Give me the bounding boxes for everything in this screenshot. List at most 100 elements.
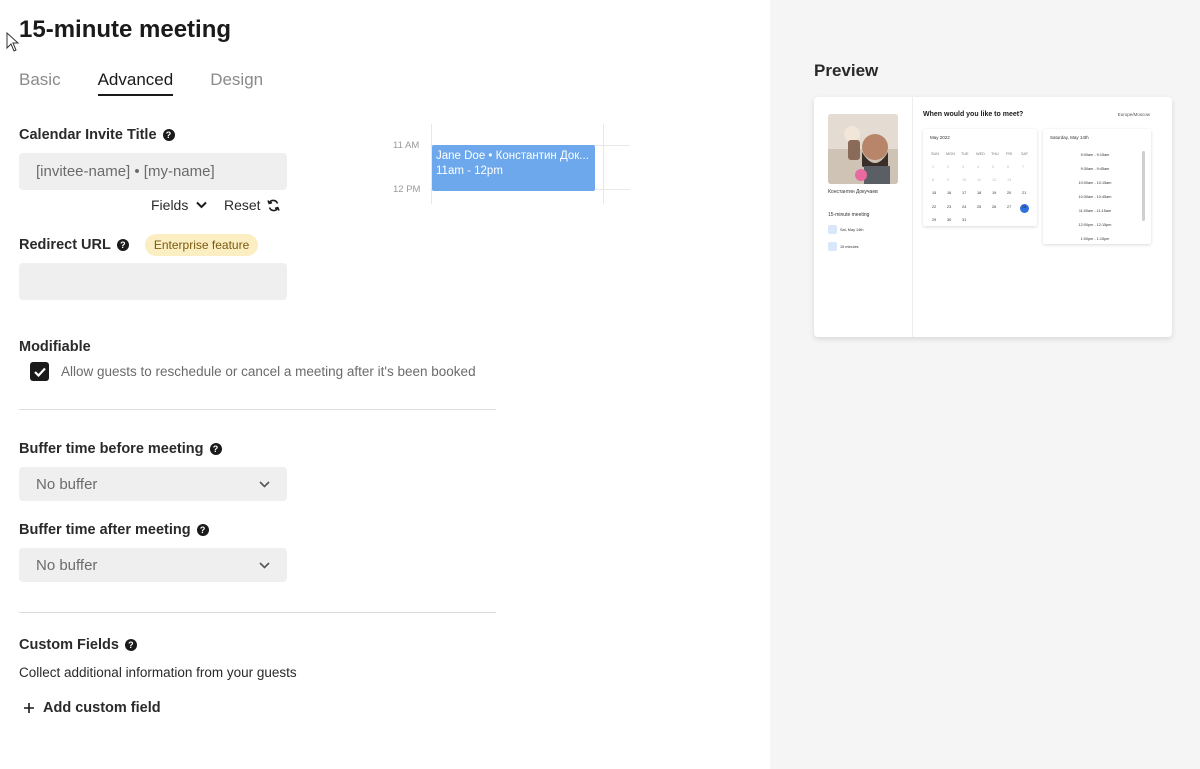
weekday-label: SAT: [1021, 152, 1029, 156]
calendar-day: 6: [1007, 165, 1010, 169]
time-slot[interactable]: 12:00pm - 12:15pm: [1057, 223, 1133, 227]
add-custom-field-label: Add custom field: [43, 700, 161, 716]
preview-sidebar: Константин Докучаев 15-minute meeting Sa…: [814, 97, 913, 337]
mouse-cursor-icon: [6, 32, 20, 52]
custom-fields-label-text: Custom Fields: [19, 637, 119, 653]
chevron-down-icon: [196, 201, 208, 209]
calendar-day: 5: [992, 165, 995, 169]
preview-meeting-name: 15-minute meeting: [828, 212, 870, 218]
help-icon[interactable]: ?: [124, 639, 137, 651]
custom-fields-label: Custom Fields ?: [19, 637, 137, 653]
buffer-after-value: No buffer: [36, 556, 98, 574]
calendar-day[interactable]: 25: [977, 205, 981, 209]
calendar-day[interactable]: 20: [1007, 191, 1011, 195]
calendar-event-example: 11 AM 12 PM Jane Doe • Константин Док...…: [384, 124, 634, 214]
time-slot[interactable]: 10:00am - 10:15am: [1057, 181, 1133, 185]
tab-bar: Basic Advanced Design: [19, 70, 300, 96]
preview-duration-text: 15 minutes: [840, 244, 859, 249]
divider: [19, 409, 496, 410]
redirect-url-label: Redirect URL ? Enterprise feature: [19, 234, 259, 256]
calendar-day[interactable]: 30: [947, 218, 951, 222]
time-slot[interactable]: 9:30am - 9:45am: [1057, 167, 1133, 171]
preview-title: Preview: [814, 61, 879, 80]
calendar-day[interactable]: 16: [947, 191, 951, 195]
preview-selected-day: Saturday, May 14th: [1050, 135, 1089, 140]
help-icon[interactable]: ?: [209, 443, 222, 455]
calendar-day: 10: [962, 178, 967, 182]
buffer-before-value: No buffer: [36, 475, 98, 493]
time-label-12pm: 12 PM: [393, 184, 421, 195]
calendar-event-block: Jane Doe • Константин Док... 11am - 12pm: [432, 145, 595, 191]
invite-title-label-text: Calendar Invite Title: [19, 127, 157, 143]
calendar-day[interactable]: 23: [947, 205, 951, 209]
refresh-icon: [266, 199, 280, 211]
time-label-11am: 11 AM: [393, 140, 420, 151]
modifiable-checkbox-row[interactable]: Allow guests to reschedule or cancel a m…: [30, 362, 476, 381]
checkmark-icon: [33, 367, 46, 377]
avatar-photo-icon: [828, 114, 898, 184]
calendar-icon: [828, 225, 837, 234]
buffer-before-label: Buffer time before meeting ?: [19, 441, 222, 457]
calendar-day[interactable]: 24: [962, 205, 966, 209]
calendar-day[interactable]: 18: [977, 191, 981, 195]
tab-advanced[interactable]: Advanced: [97, 70, 174, 96]
buffer-before-label-text: Buffer time before meeting: [19, 441, 204, 457]
calendar-day: 9: [947, 178, 950, 182]
preview-duration-info: 15 minutes: [828, 242, 859, 251]
calendar-day[interactable]: 14: [1022, 178, 1026, 182]
calendar-day[interactable]: 21: [1022, 191, 1026, 195]
preview-panel: Preview Константин Докучаев 15-minute me…: [770, 0, 1200, 769]
scrollbar[interactable]: [1142, 151, 1145, 221]
preview-calendar: May 2022 SUN MON TUE WED THU FRI SAT 123…: [923, 129, 1037, 226]
modifiable-label: Modifiable: [19, 339, 91, 355]
preview-month: May 2022: [930, 135, 950, 140]
reset-button[interactable]: Reset: [224, 197, 280, 213]
calendar-day: 8: [932, 178, 935, 182]
calendar-day[interactable]: 31: [962, 218, 966, 222]
calendar-day[interactable]: 17: [962, 191, 966, 195]
buffer-before-select[interactable]: No buffer: [19, 467, 287, 501]
calendar-day[interactable]: 26: [992, 205, 996, 209]
custom-fields-description: Collect additional information from your…: [19, 665, 297, 680]
help-icon[interactable]: ?: [116, 239, 129, 251]
modifiable-checkbox-label: Allow guests to reschedule or cancel a m…: [61, 364, 476, 379]
preview-question: When would you like to meet?: [923, 111, 1024, 118]
calendar-day[interactable]: 28: [1022, 205, 1026, 209]
calendar-day: 2: [947, 165, 950, 169]
add-custom-field-button[interactable]: Add custom field: [23, 700, 161, 716]
modifiable-checkbox[interactable]: [30, 362, 49, 381]
calendar-day[interactable]: 27: [1007, 205, 1011, 209]
calendar-day: 7: [1022, 165, 1025, 169]
calendar-day: 3: [962, 165, 965, 169]
tab-design[interactable]: Design: [210, 70, 263, 96]
fields-dropdown-button[interactable]: Fields: [151, 197, 208, 213]
plus-icon: [24, 703, 34, 713]
clock-icon: [828, 242, 837, 251]
help-icon[interactable]: ?: [162, 129, 175, 141]
calendar-day[interactable]: 29: [932, 218, 936, 222]
event-title: Jane Doe • Константин Док...: [436, 150, 589, 162]
reset-label: Reset: [224, 197, 261, 213]
redirect-url-input[interactable]: [19, 263, 287, 300]
calendar-day[interactable]: 19: [992, 191, 996, 195]
weekday-label: THU: [991, 152, 999, 156]
calendar-day: 11: [977, 178, 981, 182]
calendar-day[interactable]: 22: [932, 205, 936, 209]
time-slot[interactable]: 9:00am - 9:15am: [1057, 153, 1133, 157]
chevron-down-icon: [259, 480, 270, 488]
time-slot[interactable]: 10:30am - 10:45am: [1057, 195, 1133, 199]
weekday-label: SUN: [931, 152, 940, 156]
preview-timezone[interactable]: Europe/Moscow: [1118, 112, 1150, 117]
calendar-day: 13: [1007, 178, 1012, 182]
page-title: 15-minute meeting: [19, 16, 232, 43]
time-slot[interactable]: 11:00am - 11:15am: [1057, 209, 1133, 213]
calendar-day[interactable]: 15: [932, 191, 936, 195]
help-icon[interactable]: ?: [196, 524, 209, 536]
preview-time-slots: Saturday, May 14th 9:00am - 9:15am 9:30a…: [1043, 129, 1151, 244]
buffer-after-select[interactable]: No buffer: [19, 548, 287, 582]
time-slot[interactable]: 1:00pm - 1:15pm: [1057, 237, 1133, 241]
grid-line: [603, 124, 604, 204]
invite-title-input[interactable]: [invitee-name] • [my-name]: [19, 153, 287, 190]
tab-basic[interactable]: Basic: [19, 70, 61, 96]
weekday-label: FRI: [1006, 152, 1013, 156]
